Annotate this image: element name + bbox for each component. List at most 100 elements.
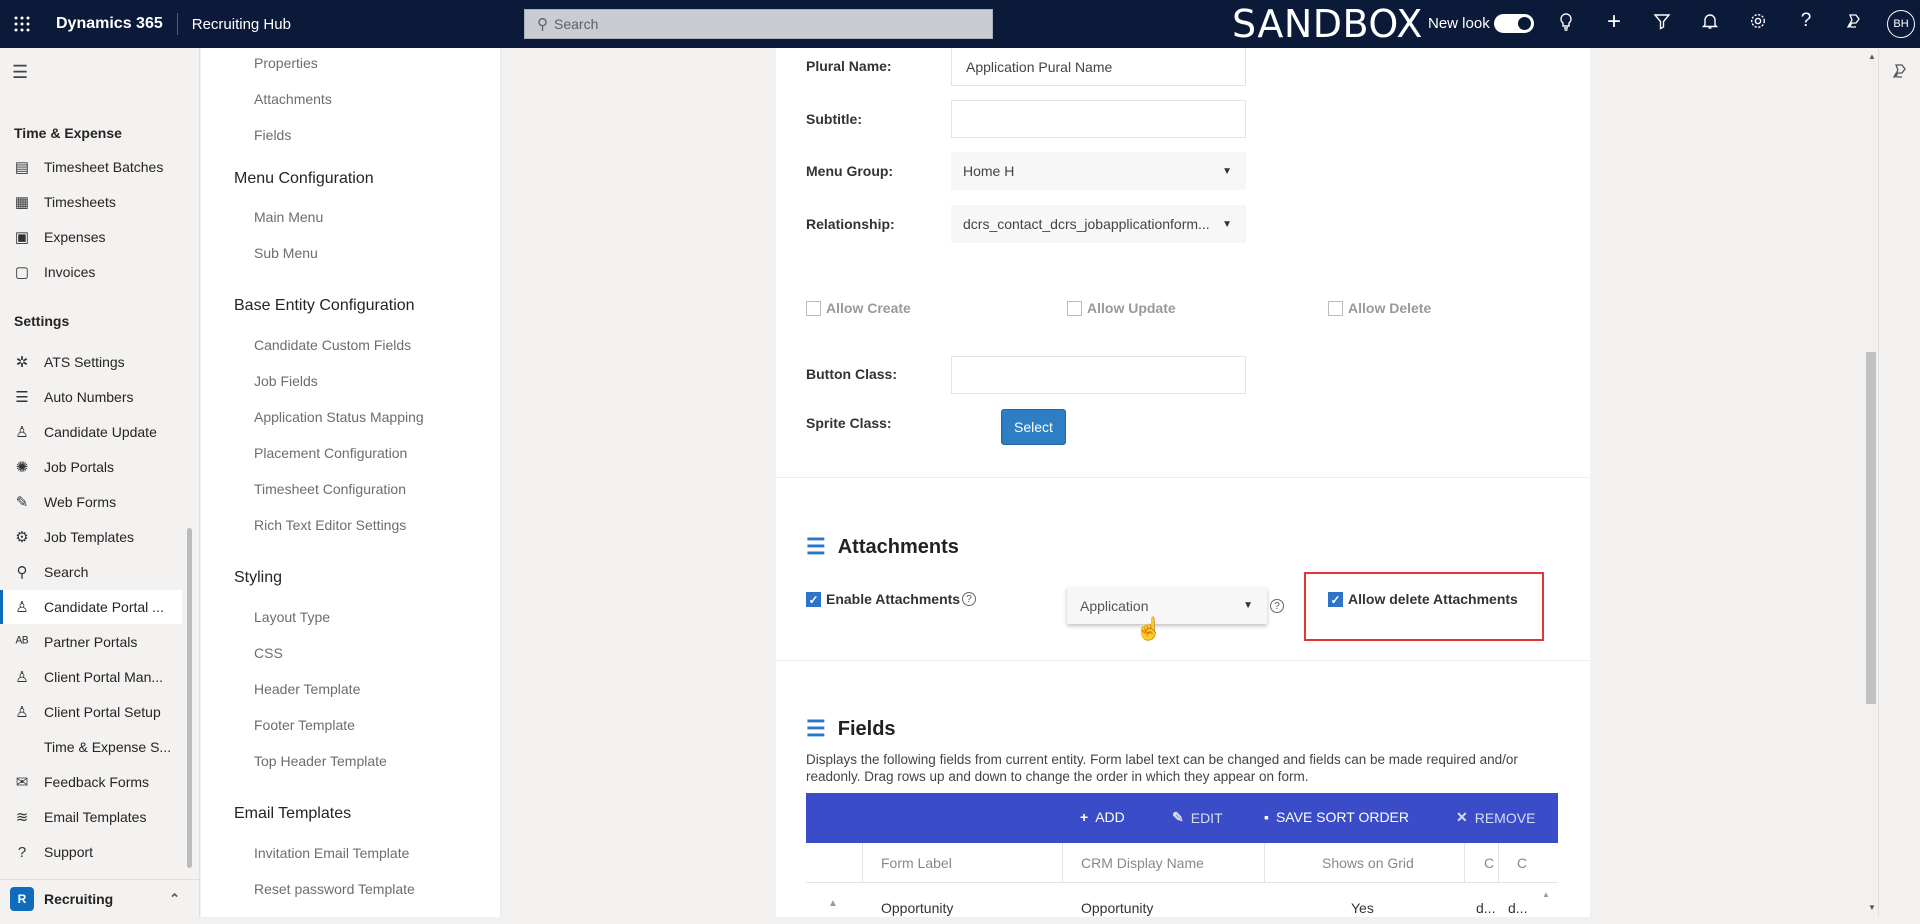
enable-attachments-checkbox[interactable]: ✓ Enable Attachments ?	[806, 591, 977, 607]
area-letter-icon: R	[10, 886, 34, 911]
sidebar-item-timesheet-batches[interactable]: ▤ Timesheet Batches	[0, 150, 182, 184]
relationship-select[interactable]: dcrs_contact_dcrs_jobapplicationform... …	[951, 205, 1246, 243]
settings-link[interactable]: Layout Type	[254, 609, 330, 625]
remove-button[interactable]: ✕ REMOVE	[1456, 809, 1535, 826]
sidebar-item-candidate-update[interactable]: ♙ Candidate Update	[0, 415, 182, 449]
table-row[interactable]: ▲ Opportunity Opportunity Yes d... d... …	[806, 884, 1558, 924]
lightbulb-icon[interactable]	[1554, 12, 1578, 37]
sidebar-item-label: Client Portal Man...	[44, 669, 164, 685]
sidebar-item-support[interactable]: ? Support	[0, 835, 182, 869]
settings-link[interactable]: CSS	[254, 645, 283, 661]
sidebar-item-client-portal-setup[interactable]: ♙ Client Portal Setup	[0, 695, 182, 729]
page-scrollbar-thumb[interactable]	[1866, 352, 1876, 704]
sidebar-item-job-portals[interactable]: ✺ Job Portals	[0, 450, 182, 484]
attachments-entity-select[interactable]: Application ▼	[1067, 587, 1267, 624]
nav-item-icon: ✎	[15, 494, 29, 511]
copilot-icon[interactable]	[1842, 12, 1866, 35]
left-navigation: ☰ Time & Expense ▤ Timesheet Batches ▦ Times…	[0, 48, 200, 917]
save-sort-order-button[interactable]: ▪ SAVE SORT ORDER	[1264, 809, 1409, 825]
sidebar-item-label: Time & Expense S...	[44, 739, 172, 755]
waffle-icon[interactable]	[0, 0, 44, 48]
sidebar-item-partner-portals[interactable]: ᴬᴮ Partner Portals	[0, 625, 182, 659]
sidebar-item-job-templates[interactable]: ⚙ Job Templates	[0, 520, 182, 554]
edit-button[interactable]: ✎ EDIT	[1172, 809, 1223, 826]
add-button[interactable]: + ADD	[1080, 809, 1125, 825]
button-class-input[interactable]	[951, 356, 1246, 394]
row-crm-name: Opportunity	[1081, 900, 1154, 916]
sidebar-item-candidate-portal[interactable]: ♙ Candidate Portal ...	[0, 590, 182, 624]
sidebar-item-label: Timesheet Batches	[44, 159, 164, 175]
settings-link[interactable]: Rich Text Editor Settings	[254, 517, 406, 533]
bell-icon[interactable]	[1698, 12, 1722, 35]
avatar[interactable]: BH	[1887, 10, 1915, 38]
settings-link[interactable]: Timesheet Configuration	[254, 481, 406, 497]
allow-update-checkbox[interactable]: Allow Update	[1067, 300, 1176, 316]
sidebar-item-timesheets[interactable]: ▦ Timesheets	[0, 185, 182, 219]
hand-cursor-icon: ☝	[1135, 616, 1163, 641]
sidebar-item-search[interactable]: ⚲ Search	[0, 555, 182, 589]
settings-link[interactable]: Properties	[254, 55, 318, 71]
settings-link[interactable]: Main Menu	[254, 209, 323, 225]
brand-name[interactable]: Dynamics 365	[56, 13, 178, 35]
area-switcher[interactable]: R Recruiting ⌃	[0, 879, 200, 917]
copilot-icon[interactable]	[1891, 62, 1909, 85]
fields-heading: ☰ Fields	[806, 716, 896, 742]
sidebar-item-web-forms[interactable]: ✎ Web Forms	[0, 485, 182, 519]
grid-scroll-up-icon[interactable]: ▲	[1542, 890, 1550, 899]
help-icon[interactable]: ?	[962, 592, 977, 606]
settings-link[interactable]: Fields	[254, 127, 291, 143]
column-header-form-label[interactable]: Form Label	[881, 855, 952, 871]
sidebar-item-feedback-forms[interactable]: ✉ Feedback Forms	[0, 765, 182, 799]
settings-link[interactable]: Placement Configuration	[254, 445, 407, 461]
plus-icon[interactable]: +	[1602, 8, 1626, 36]
sidebar-item-ats-settings[interactable]: ✲ ATS Settings	[0, 345, 182, 379]
row-form-label: Opportunity	[881, 900, 954, 916]
new-look-toggle[interactable]	[1494, 14, 1534, 33]
sidebar-item-email-templates[interactable]: ≋ Email Templates	[0, 800, 182, 834]
nav-scrollbar[interactable]	[187, 528, 192, 868]
gear-icon[interactable]	[1746, 12, 1770, 35]
hamburger-menu-icon[interactable]: ☰	[12, 62, 28, 83]
nav-section-title: Time & Expense	[14, 125, 122, 141]
nav-item-icon: ♙	[15, 424, 29, 441]
allow-delete-checkbox[interactable]: Allow Delete	[1328, 300, 1431, 316]
column-header-crm-name[interactable]: CRM Display Name	[1081, 855, 1204, 871]
scroll-down-icon[interactable]: ▼	[1868, 903, 1876, 912]
sidebar-item-invoices[interactable]: ▢ Invoices	[0, 255, 182, 289]
column-header-shows-on-grid[interactable]: Shows on Grid	[1322, 855, 1414, 871]
allow-create-checkbox[interactable]: Allow Create	[806, 300, 911, 316]
settings-link[interactable]: Sub Menu	[254, 245, 318, 261]
nav-item-icon: ▦	[14, 194, 30, 211]
settings-link[interactable]: Candidate Custom Fields	[254, 337, 411, 353]
column-header-c2[interactable]: C	[1517, 855, 1527, 871]
search-input[interactable]: ⚲ Search	[524, 9, 993, 39]
settings-link[interactable]: Job Fields	[254, 373, 318, 389]
app-name[interactable]: Recruiting Hub	[192, 16, 291, 33]
sidebar-item-expenses[interactable]: ▣ Expenses	[0, 220, 182, 254]
scroll-up-icon[interactable]: ▲	[1868, 52, 1876, 61]
menu-group-select[interactable]: Home H ▼	[951, 152, 1246, 190]
sprite-select-button[interactable]: Select	[1001, 409, 1066, 445]
attachments-heading: ☰ Attachments	[806, 534, 959, 560]
menu-group-label: Menu Group:	[806, 163, 894, 179]
sidebar-item-label: Email Templates	[44, 809, 147, 825]
sidebar-item-time-expense-s[interactable]: Time & Expense S...	[0, 730, 182, 764]
plural-name-input[interactable]: Application Pural Name	[951, 48, 1246, 86]
settings-link[interactable]: Header Template	[254, 681, 360, 697]
settings-link[interactable]: Top Header Template	[254, 753, 387, 769]
drag-handle-icon[interactable]: ▲	[828, 898, 838, 909]
subtitle-input[interactable]	[951, 100, 1246, 138]
filter-icon[interactable]	[1650, 12, 1674, 35]
settings-link[interactable]: Reset password Template	[254, 881, 415, 897]
help-icon[interactable]: ?	[1270, 599, 1284, 613]
column-header-c1[interactable]: C	[1484, 855, 1494, 871]
settings-link[interactable]: Footer Template	[254, 717, 355, 733]
sidebar-item-client-portal-man[interactable]: ♙ Client Portal Man...	[0, 660, 182, 694]
allow-delete-attachments-checkbox[interactable]: ✓ Allow delete Attachments	[1328, 591, 1518, 607]
settings-link[interactable]: Invitation Email Template	[254, 845, 409, 861]
sidebar-item-auto-numbers[interactable]: ☰ Auto Numbers	[0, 380, 182, 414]
nav-item-icon: ⚙	[15, 529, 29, 546]
help-icon[interactable]: ?	[1794, 10, 1818, 32]
settings-link[interactable]: Application Status Mapping	[254, 409, 424, 425]
settings-link[interactable]: Attachments	[254, 91, 332, 107]
